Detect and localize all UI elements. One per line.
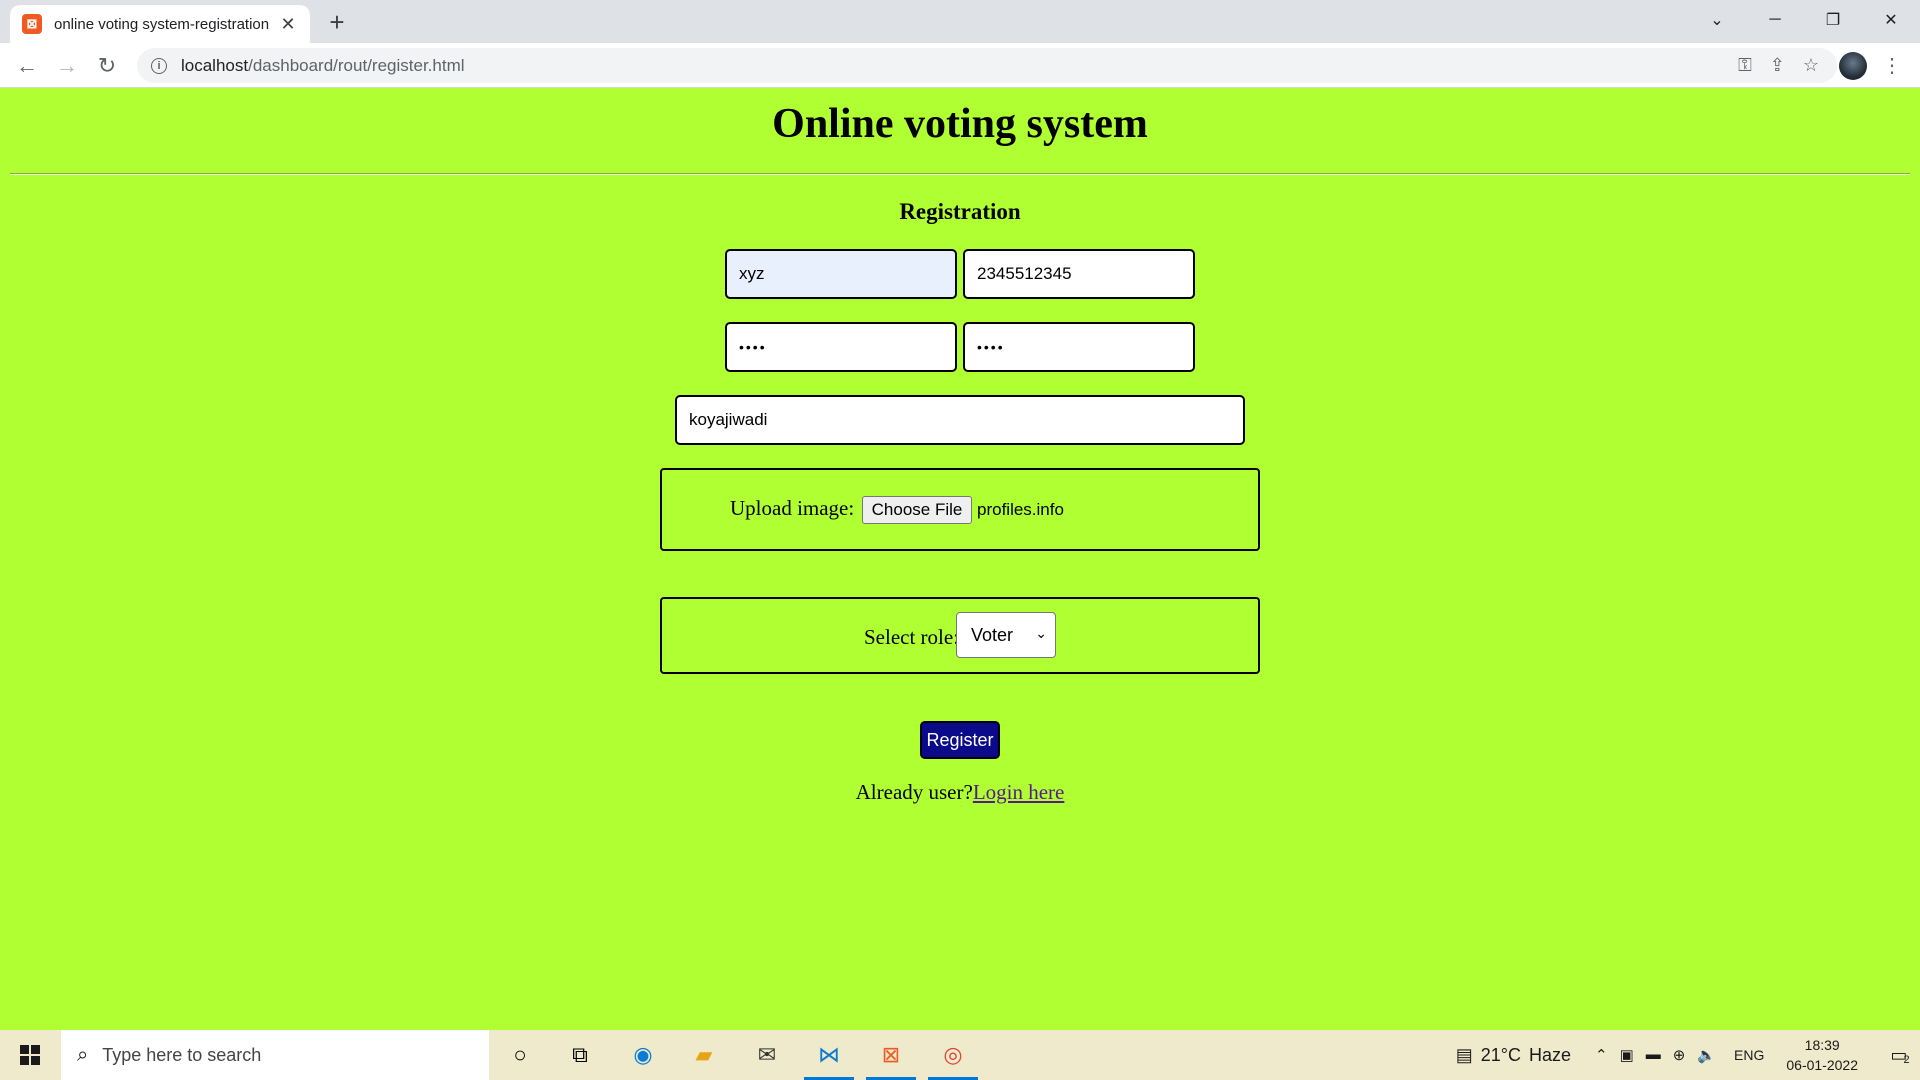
minimize-button[interactable]: ─ [1746, 0, 1804, 40]
profile-avatar[interactable] [1839, 52, 1867, 80]
page-content: Online voting system Registration xyz 23… [0, 88, 1920, 1030]
browser-tab-active[interactable]: ⊠ online voting system-registration ✕ [10, 5, 310, 43]
windows-taskbar: ⌕ Type here to search ○ ⧉ ◉ ▰ ✉ ⋈ ⊠ ◎ ▤ … [0, 1030, 1920, 1080]
address-input[interactable]: koyajiwadi [675, 395, 1245, 445]
page-title: Online voting system [772, 101, 1148, 147]
reload-icon[interactable]: ↻ [92, 51, 122, 81]
cortana-icon[interactable]: ○ [491, 1030, 549, 1080]
chosen-file-name: profiles.info [977, 500, 1064, 519]
mail-icon[interactable]: ✉ [738, 1030, 796, 1080]
select-role-box: Select role: Voter ⌄ [660, 597, 1260, 674]
chevron-down-icon: ⌄ [1035, 625, 1047, 641]
weather-icon: ▤ [1455, 1044, 1473, 1065]
password-input[interactable]: •••• [725, 322, 957, 372]
new-tab-button[interactable]: + [322, 7, 352, 37]
file-explorer-icon[interactable]: ▰ [675, 1030, 733, 1080]
chrome-icon[interactable]: ◎ [924, 1030, 982, 1080]
system-tray: ▤ 21°C Haze ⌃ ▣ ▬ ⊕ 🔈 ENG 18:39 06-01-20… [1456, 1030, 1920, 1080]
meet-now-icon[interactable]: ▣ [1620, 1046, 1634, 1064]
search-placeholder: Type here to search [102, 1044, 262, 1065]
site-info-icon[interactable]: i [151, 57, 167, 74]
browser-menu-icon[interactable]: ⋮ [1882, 53, 1902, 78]
url-text: localhost/dashboard/rout/register.html [181, 55, 465, 75]
restore-button[interactable]: ❐ [1804, 0, 1862, 40]
upload-image-box: Upload image: Choose File profiles.info [660, 468, 1260, 551]
back-arrow-icon[interactable]: ← [12, 51, 42, 81]
close-window-button[interactable]: ✕ [1862, 0, 1920, 40]
role-select[interactable]: Voter ⌄ [956, 612, 1056, 658]
tab-search-icon[interactable]: ⌄ [1688, 0, 1746, 40]
forward-arrow-icon[interactable]: → [52, 51, 82, 81]
key-icon[interactable]: ⚿ [1738, 55, 1752, 76]
tab-title: online voting system-registration [54, 15, 270, 33]
window-controls: ⌄ ─ ❐ ✕ [1688, 0, 1920, 40]
battery-icon[interactable]: ▬ [1646, 1046, 1661, 1064]
xampp-icon[interactable]: ⊠ [862, 1030, 920, 1080]
browser-toolbar: ← → ↻ i localhost/dashboard/rout/registe… [0, 43, 1920, 88]
confirm-password-input[interactable]: •••• [963, 322, 1195, 372]
notification-center-icon[interactable]: ▭ 2 [1880, 1030, 1920, 1080]
windows-logo-icon [20, 1045, 40, 1065]
taskbar-search-box[interactable]: ⌕ Type here to search [61, 1030, 489, 1080]
login-here-link[interactable]: Login here [973, 780, 1065, 804]
bookmark-star-icon[interactable]: ☆ [1803, 55, 1819, 76]
edge-browser-icon[interactable]: ◉ [614, 1030, 672, 1080]
tab-close-icon[interactable]: ✕ [278, 14, 298, 35]
share-icon[interactable]: ⇪ [1770, 55, 1785, 76]
registration-heading: Registration [899, 199, 1021, 224]
already-user-text: Already user?Login here [855, 780, 1065, 804]
clock[interactable]: 18:39 06-01-2022 [1786, 1035, 1858, 1075]
weather-widget[interactable]: ▤ 21°C Haze [1456, 1045, 1571, 1066]
address-bar[interactable]: i localhost/dashboard/rout/register.html… [137, 48, 1837, 83]
browser-tab-strip: ⊠ online voting system-registration ✕ + … [0, 0, 1920, 43]
mobile-input[interactable]: 2345512345 [963, 249, 1195, 299]
choose-file-button[interactable]: Choose File [862, 496, 972, 524]
start-button[interactable] [0, 1030, 60, 1080]
register-button[interactable]: Register [920, 721, 1000, 759]
task-view-icon[interactable]: ⧉ [551, 1030, 609, 1080]
name-input[interactable]: xyz [725, 249, 957, 299]
select-role-label: Select role: [864, 625, 960, 649]
network-globe-icon[interactable]: ⊕ [1673, 1046, 1686, 1064]
divider [10, 173, 1910, 175]
xampp-favicon-icon: ⊠ [22, 14, 42, 34]
language-indicator[interactable]: ENG [1734, 1047, 1764, 1063]
vscode-icon[interactable]: ⋈ [800, 1030, 858, 1080]
chevron-up-icon[interactable]: ⌃ [1595, 1046, 1608, 1064]
volume-icon[interactable]: 🔈 [1697, 1046, 1716, 1064]
search-icon: ⌕ [77, 1043, 89, 1066]
upload-image-label: Upload image: [730, 496, 855, 520]
